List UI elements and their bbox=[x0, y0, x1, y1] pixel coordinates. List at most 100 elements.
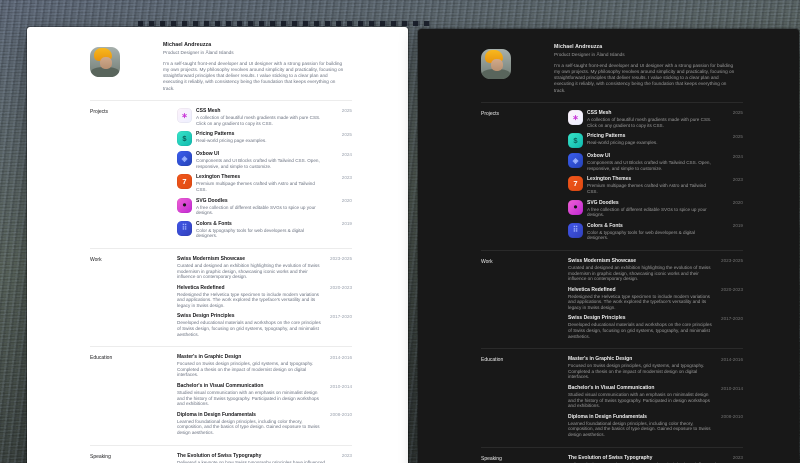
list-row[interactable]: ● SVG Doodles A free collection of diffe… bbox=[568, 199, 743, 218]
section-label: Work bbox=[481, 258, 493, 265]
entry-title: CSS Mesh bbox=[587, 109, 612, 116]
entry-title: Swiss Modernism Showcase bbox=[177, 255, 246, 262]
list-row[interactable]: ● SVG Doodles A free collection of diffe… bbox=[177, 197, 352, 216]
entry-description: Curated and designed an exhibition highl… bbox=[177, 262, 320, 280]
entry-date: 2020-2023 bbox=[721, 287, 743, 293]
list-row: Swiss Modernism Showcase Curated and des… bbox=[568, 258, 743, 282]
entry-description: Developed educational materials and work… bbox=[568, 322, 712, 339]
entry-title: The Evolution of Swiss Typography bbox=[568, 454, 653, 461]
entry-title: Swiss Design Principles bbox=[568, 315, 626, 322]
entry-date: 2020 bbox=[732, 200, 743, 206]
entry-description: Real-world pricing page examples. bbox=[587, 140, 658, 146]
list-row[interactable]: ⠿ Colors & Fonts Color & typography tool… bbox=[177, 220, 352, 239]
list-row[interactable]: ∗ CSS Mesh A collection of beautiful mes… bbox=[568, 109, 743, 128]
entry-description: Premium multipage themes crafted with As… bbox=[587, 183, 706, 194]
entry-title: Swiss Modernism Showcase bbox=[568, 257, 637, 264]
entry-title: SVG Doodles bbox=[587, 199, 619, 206]
list-row[interactable]: 7 Lexington Themes Premium multipage the… bbox=[177, 174, 352, 192]
entry-title: Lexington Themes bbox=[196, 174, 241, 181]
entry-title: Master's in Graphic Design bbox=[568, 356, 633, 363]
entry-description: Learned foundational design principles, … bbox=[177, 418, 320, 436]
entry-date: 2020 bbox=[341, 198, 352, 204]
list-row: Diploma in Design Fundamentals Learned f… bbox=[568, 414, 743, 438]
entry-date: 2017-2020 bbox=[330, 313, 352, 319]
profile-header: Michael Andreuzza Product Designer in Ål… bbox=[481, 44, 743, 102]
list-row[interactable]: 7 Lexington Themes Premium multipage the… bbox=[568, 176, 743, 194]
entry-body: Oxbow UI Components and UI Blocks crafte… bbox=[587, 153, 733, 171]
entry-body: Master's in Graphic Design Focused on Sw… bbox=[177, 354, 330, 378]
sections-list: Projects ∗ CSS Mesh A collection of beau… bbox=[481, 101, 743, 463]
entry-date: 2017-2020 bbox=[721, 315, 743, 321]
entry-body: Swiss Modernism Showcase Curated and des… bbox=[177, 256, 330, 280]
section-rows: Swiss Modernism Showcase Curated and des… bbox=[177, 256, 352, 337]
entry-body: Pricing Patterns Real-world pricing page… bbox=[196, 131, 342, 144]
entry-date: 2008-2010 bbox=[721, 414, 743, 420]
pricing-patterns-icon: $ bbox=[177, 131, 192, 147]
entry-body: CSS Mesh A collection of beautiful mesh … bbox=[196, 108, 342, 126]
entry-body: Oxbow UI Components and UI Blocks crafte… bbox=[196, 151, 342, 169]
entry-title: Pricing Patterns bbox=[587, 133, 626, 140]
entry-date: 2023 bbox=[341, 453, 352, 459]
section-label: Work bbox=[90, 256, 102, 263]
entry-body: Colors & Fonts Color & typography tools … bbox=[587, 223, 733, 241]
section-label: Education bbox=[90, 355, 113, 362]
entry-date: 2020-2023 bbox=[330, 285, 352, 291]
entry-description: A free collection of different editable … bbox=[587, 206, 707, 218]
entry-body: Helvetica Redefined Redesigned the Helve… bbox=[177, 285, 330, 309]
list-row[interactable]: $ Pricing Patterns Real-world pricing pa… bbox=[177, 131, 352, 147]
entry-description: Studied visual communication with an emp… bbox=[177, 390, 319, 407]
list-row: Swiss Design Principles Developed educat… bbox=[177, 313, 352, 337]
svg-doodles-icon: ● bbox=[177, 197, 192, 213]
entry-title: Swiss Design Principles bbox=[177, 313, 235, 320]
entry-body: The Evolution of Swiss Typography Delive… bbox=[568, 455, 733, 463]
entry-date: 2025 bbox=[341, 131, 352, 137]
list-row: Master's in Graphic Design Focused on Sw… bbox=[568, 356, 743, 380]
lexington-themes-icon: 7 bbox=[568, 176, 583, 192]
list-row[interactable]: ◈ Oxbow UI Components and UI Blocks craf… bbox=[568, 153, 743, 171]
entry-date: 2023 bbox=[341, 174, 352, 180]
list-row: Helvetica Redefined Redesigned the Helve… bbox=[177, 285, 352, 309]
section-label: Speaking bbox=[90, 453, 111, 460]
entry-date: 2023 bbox=[732, 176, 743, 182]
profile-role: Product Designer in Åland Islands bbox=[163, 49, 234, 55]
profile-name: Michael Andreuzza bbox=[163, 42, 212, 48]
section-rows: Swiss Modernism Showcase Curated and des… bbox=[568, 258, 743, 339]
section-work: Work Swiss Modernism Showcase Curated an… bbox=[481, 249, 743, 348]
entry-date: 2008-2010 bbox=[330, 412, 352, 418]
section-projects: Projects ∗ CSS Mesh A collection of beau… bbox=[481, 101, 743, 250]
portfolio-card-light: Michael Andreuzza Product Designer in Ål… bbox=[27, 27, 408, 463]
list-row: Master's in Graphic Design Focused on Sw… bbox=[177, 354, 352, 378]
entry-body: Colors & Fonts Color & typography tools … bbox=[196, 221, 342, 239]
entry-description: Components and UI Blocks crafted with Ta… bbox=[587, 160, 711, 171]
profile-header: Michael Andreuzza Product Designer in Ål… bbox=[90, 42, 352, 100]
oxbow-ui-icon: ◈ bbox=[568, 153, 583, 169]
section-education: Education Master's in Graphic Design Foc… bbox=[481, 348, 743, 446]
section-speaking: Speaking The Evolution of Swiss Typograp… bbox=[90, 444, 352, 463]
list-row[interactable]: ⠿ Colors & Fonts Color & typography tool… bbox=[568, 222, 743, 241]
entry-date: 2010-2014 bbox=[721, 385, 743, 391]
entry-description: A collection of beautiful mesh gradients… bbox=[196, 114, 321, 126]
list-row[interactable]: ◈ Oxbow UI Components and UI Blocks craf… bbox=[177, 151, 352, 169]
section-rows: The Evolution of Swiss Typography Delive… bbox=[177, 453, 352, 463]
entry-description: Focused on Swiss design principles, grid… bbox=[177, 361, 314, 378]
entry-title: Oxbow UI bbox=[196, 151, 220, 158]
entry-body: Bachelor's in Visual Communication Studi… bbox=[568, 385, 721, 409]
profile-text: Michael Andreuzza Product Designer in Ål… bbox=[554, 44, 737, 94]
section-work: Work Swiss Modernism Showcase Curated an… bbox=[90, 247, 352, 346]
entry-title: Bachelor's in Visual Communication bbox=[568, 385, 655, 392]
entry-date: 2014-2016 bbox=[330, 354, 352, 360]
entry-body: Lexington Themes Premium multipage theme… bbox=[587, 176, 733, 194]
portfolio-card-dark: Michael Andreuzza Product Designer in Ål… bbox=[418, 29, 799, 463]
entry-title: Helvetica Redefined bbox=[177, 284, 225, 291]
list-row[interactable]: ∗ CSS Mesh A collection of beautiful mes… bbox=[177, 107, 352, 126]
svg-doodles-icon: ● bbox=[568, 199, 583, 215]
list-row: Helvetica Redefined Redesigned the Helve… bbox=[568, 287, 743, 311]
list-row[interactable]: $ Pricing Patterns Real-world pricing pa… bbox=[568, 133, 743, 149]
entry-date: 2024 bbox=[341, 151, 352, 157]
entry-title: Helvetica Redefined bbox=[568, 286, 616, 293]
avatar bbox=[90, 47, 120, 77]
entry-title: Colors & Fonts bbox=[587, 222, 623, 229]
avatar-face bbox=[100, 57, 112, 69]
profile-role: Product Designer in Åland Islands bbox=[554, 51, 625, 57]
entry-title: Diploma in Design Fundamentals bbox=[568, 413, 647, 420]
